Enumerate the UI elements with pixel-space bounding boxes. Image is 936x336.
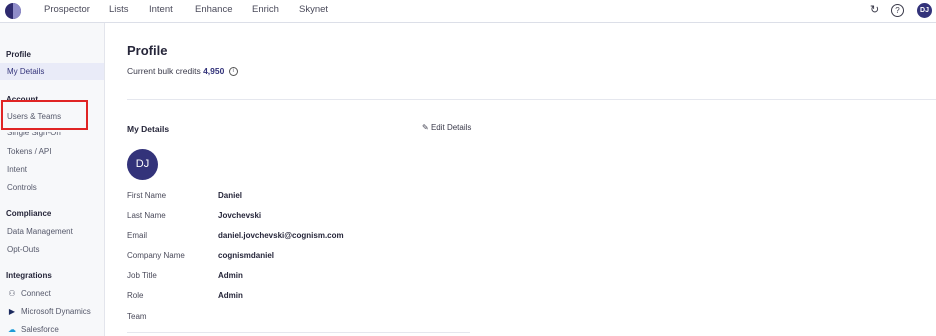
field-label-last-name: Last Name [127,211,166,220]
field-value-first-name: Daniel [218,191,243,200]
field-label-role: Role [127,291,144,300]
field-label-email: Email [127,231,148,240]
sidebar-item-tokens-api[interactable]: Tokens / API [7,147,51,156]
sidebar-item-salesforce[interactable]: ☁ Salesforce [7,325,59,334]
sidebar-item-data-management[interactable]: Data Management [7,227,73,236]
sidebar-item-controls[interactable]: Controls [7,183,37,192]
highlight-annotation [1,100,88,130]
bulk-credits: Current bulk credits 4,950 i [127,66,238,77]
edit-icon: ✎ [422,123,429,132]
sidebar-item-label: Connect [21,289,51,298]
nav-enrich[interactable]: Enrich [252,4,279,15]
refresh-icon[interactable]: ↻ [870,4,879,17]
nav-intent[interactable]: Intent [149,4,173,15]
field-label-company-name: Company Name [127,251,185,260]
sidebar-heading-compliance: Compliance [6,209,52,218]
nav-skynet[interactable]: Skynet [299,4,328,15]
salesforce-icon: ☁ [8,325,16,334]
dynamics-icon: ▶ [8,307,16,316]
field-value-job-title: Admin [218,271,243,280]
sidebar-item-label: Microsoft Dynamics [21,307,91,316]
logo-icon[interactable] [5,3,21,19]
help-icon[interactable]: ? [891,4,904,17]
profile-avatar: DJ [127,149,158,180]
nav-enhance[interactable]: Enhance [195,4,233,15]
field-value-company-name: cognismdaniel [218,251,275,260]
settings-sidebar: Profile My Details Account Users & Teams… [0,23,105,336]
sidebar-item-connect[interactable]: ⚇ Connect [7,289,51,298]
field-value-last-name: Jovchevski [218,211,262,220]
field-value-email: daniel.jovchevski@cognism.com [218,231,344,240]
user-avatar[interactable]: DJ [917,3,932,18]
field-label-first-name: First Name [127,191,167,200]
credits-value: 4,950 [203,66,225,76]
sidebar-item-microsoft-dynamics[interactable]: ▶ Microsoft Dynamics [7,307,91,316]
field-label-team: Team [127,312,147,321]
credits-label: Current bulk credits [127,66,201,76]
sidebar-item-opt-outs[interactable]: Opt-Outs [7,245,39,254]
sidebar-item-intent[interactable]: Intent [7,165,27,174]
connect-icon: ⚇ [8,289,16,298]
nav-lists[interactable]: Lists [109,4,129,15]
sidebar-item-label: Salesforce [21,325,59,334]
sidebar-heading-profile: Profile [6,50,31,59]
field-value-role: Admin [218,291,243,300]
page-title: Profile [127,43,168,58]
edit-details-label: Edit Details [430,123,472,132]
section-divider [127,99,936,100]
top-navigation-bar: Prospector Lists Intent Enhance Enrich S… [0,0,936,23]
sidebar-item-label: My Details [7,67,45,76]
sidebar-heading-integrations: Integrations [6,271,52,280]
sidebar-item-my-details[interactable]: My Details [0,63,104,80]
nav-prospector[interactable]: Prospector [44,4,90,15]
edit-details-button[interactable]: ✎ Edit Details [422,123,471,132]
section-title-my-details: My Details [127,124,170,134]
info-icon[interactable]: i [228,67,238,77]
bottom-divider [127,332,470,333]
field-label-job-title: Job Title [127,271,157,280]
